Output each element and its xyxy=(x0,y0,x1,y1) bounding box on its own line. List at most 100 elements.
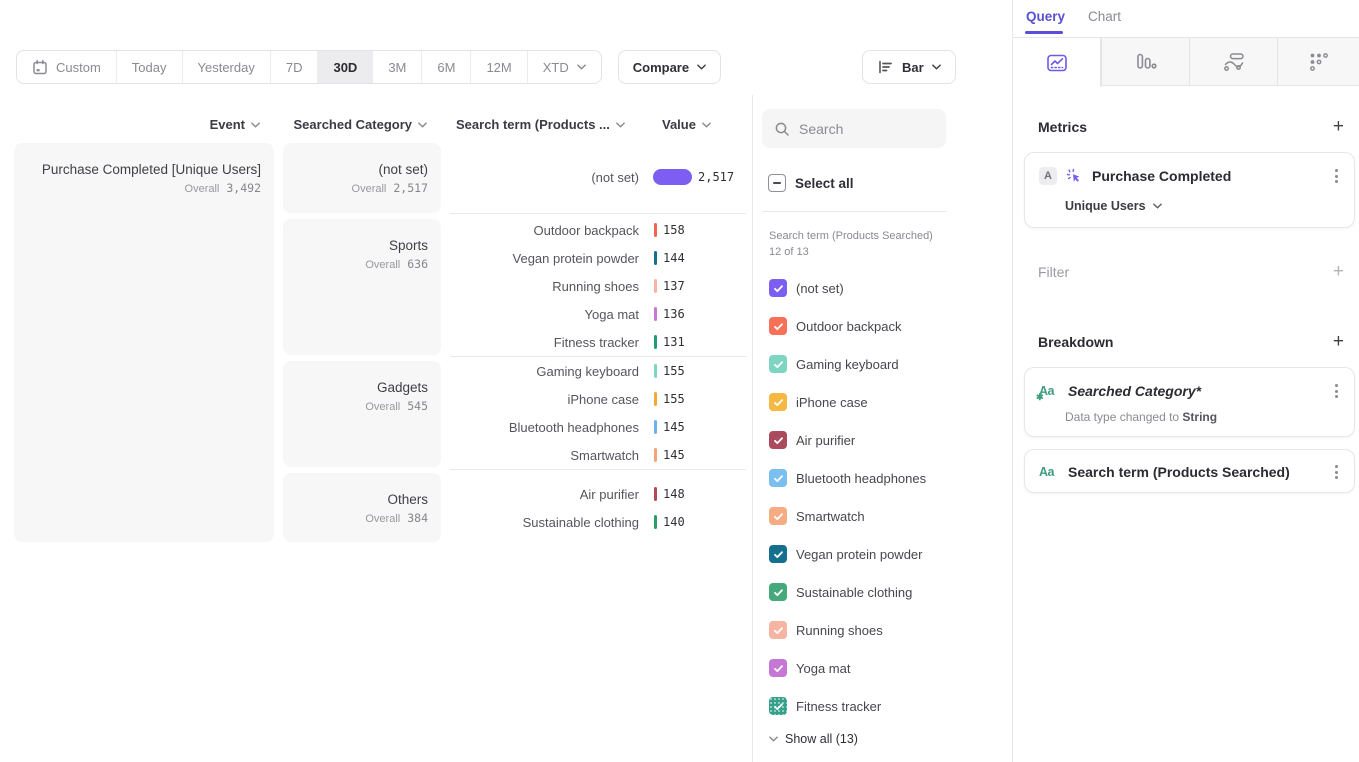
metric-card[interactable]: A Purchase Completed Unique Users xyxy=(1024,152,1355,228)
tab-funnels[interactable] xyxy=(1101,38,1189,86)
checkbox-checked[interactable] xyxy=(769,545,787,563)
checkbox-checked[interactable] xyxy=(769,659,787,677)
show-all-toggle[interactable]: Show all (13) xyxy=(769,732,858,746)
checkbox-checked[interactable] xyxy=(769,621,787,639)
legend-item[interactable]: iPhone case xyxy=(769,383,868,421)
checkbox-checked[interactable] xyxy=(769,507,787,525)
value-bar xyxy=(654,515,657,529)
category-cell[interactable]: (not set) Overall2,517 xyxy=(283,143,441,213)
checkbox-checked[interactable] xyxy=(769,431,787,449)
date-range-3m[interactable]: 3M xyxy=(373,51,422,83)
tab-retention[interactable] xyxy=(1277,38,1359,86)
legend-item[interactable]: Outdoor backpack xyxy=(769,307,902,345)
value-bar xyxy=(654,364,657,378)
term-row[interactable]: Sustainable clothing 140 xyxy=(450,508,746,536)
legend-item[interactable]: Running shoes xyxy=(769,611,883,649)
kebab-menu-icon[interactable] xyxy=(1333,166,1340,187)
chevron-down-icon xyxy=(697,64,706,70)
legend-item[interactable]: Vegan protein powder xyxy=(769,535,922,573)
tab-query[interactable]: Query xyxy=(1026,9,1065,24)
event-sparkle-icon xyxy=(1066,168,1083,185)
add-filter-button[interactable]: + xyxy=(1333,265,1344,279)
category-cell[interactable]: Gadgets Overall545 xyxy=(283,361,441,467)
term-row[interactable]: Yoga mat 136 xyxy=(450,300,746,328)
breakdown-card[interactable]: Aa✱ Searched Category* Data type changed… xyxy=(1024,367,1355,437)
date-range-today[interactable]: Today xyxy=(117,51,183,83)
date-range-7d[interactable]: 7D xyxy=(271,51,319,83)
date-range-12m[interactable]: 12M xyxy=(471,51,527,83)
term-row[interactable]: Running shoes 137 xyxy=(450,272,746,300)
check-icon xyxy=(773,549,784,560)
checkbox-checked[interactable] xyxy=(769,393,787,411)
term-row[interactable]: Vegan protein powder 144 xyxy=(450,244,746,272)
date-range-xtd[interactable]: XTD xyxy=(528,51,601,83)
legend-item[interactable]: Gaming keyboard xyxy=(769,345,899,383)
legend-item[interactable]: Smartwatch xyxy=(769,497,865,535)
check-icon xyxy=(773,701,784,712)
term-row[interactable]: Smartwatch 145 xyxy=(450,441,746,469)
check-icon xyxy=(773,625,784,636)
checkbox-checked[interactable] xyxy=(769,279,787,297)
term-row[interactable]: Fitness tracker 131 xyxy=(450,328,746,356)
string-property-icon: Aa xyxy=(1039,465,1059,479)
date-range-30d-selected[interactable]: 30D xyxy=(318,51,373,83)
checkbox-checked[interactable] xyxy=(769,469,787,487)
legend-item[interactable]: (not set) xyxy=(769,269,844,307)
select-all-row[interactable]: Select all xyxy=(768,174,854,192)
check-icon xyxy=(773,473,784,484)
legend-item[interactable]: Yoga mat xyxy=(769,649,850,687)
term-row[interactable]: Bluetooth headphones 145 xyxy=(450,413,746,441)
add-metric-button[interactable]: + xyxy=(1333,120,1344,134)
value-bar xyxy=(654,307,657,321)
column-header-searched-category[interactable]: Searched Category xyxy=(283,117,427,132)
checkbox-checked[interactable] xyxy=(769,583,787,601)
kebab-menu-icon[interactable] xyxy=(1333,381,1340,402)
term-row[interactable]: Air purifier 148 xyxy=(450,480,746,508)
column-header-event[interactable]: Event xyxy=(14,117,260,132)
compare-button[interactable]: Compare xyxy=(618,50,721,84)
check-icon xyxy=(773,435,784,446)
metric-event-name: Purchase Completed xyxy=(1092,168,1324,184)
checkbox-checked[interactable] xyxy=(769,355,787,373)
measure-selector[interactable]: Unique Users xyxy=(1065,199,1354,228)
legend-item[interactable]: Sustainable clothing xyxy=(769,573,912,611)
query-panel: Query Chart Metrics + A xyxy=(1013,0,1359,762)
search-input[interactable] xyxy=(799,121,929,137)
chevron-down-icon xyxy=(577,64,586,70)
legend-search[interactable] xyxy=(762,109,946,148)
value-bar xyxy=(653,169,692,185)
date-range-custom[interactable]: Custom xyxy=(17,51,117,83)
chart-type-button[interactable]: Bar xyxy=(862,50,956,84)
checkbox-checked[interactable] xyxy=(769,317,787,335)
breakdown-card[interactable]: Aa Search term (Products Searched) xyxy=(1024,449,1355,493)
column-header-value[interactable]: Value xyxy=(662,117,724,132)
legend-item[interactable]: Bluetooth headphones xyxy=(769,459,926,497)
legend-item[interactable]: Air purifier xyxy=(769,421,855,459)
checkbox-checked[interactable] xyxy=(769,697,787,715)
kebab-menu-icon[interactable] xyxy=(1333,462,1340,483)
insights-line-chart-icon xyxy=(1046,53,1068,73)
value-bar xyxy=(654,223,657,237)
tab-insights[interactable] xyxy=(1013,38,1101,87)
column-header-search-term[interactable]: Search term (Products ... xyxy=(456,117,640,132)
term-row[interactable]: (not set) 2,517 xyxy=(450,163,746,191)
tab-chart[interactable]: Chart xyxy=(1088,9,1121,24)
filter-title: Filter xyxy=(1038,264,1069,280)
term-row[interactable]: Gaming keyboard 155 xyxy=(450,357,746,385)
term-row[interactable]: Outdoor backpack 158 xyxy=(450,216,746,244)
date-range-segmented-control: Custom Today Yesterday 7D 30D 3M 6M 12M … xyxy=(16,50,602,84)
filter-section-header: Filter + xyxy=(1038,264,1344,280)
date-range-label: Custom xyxy=(56,60,101,75)
date-range-yesterday[interactable]: Yesterday xyxy=(183,51,271,83)
category-cell[interactable]: Others Overall384 xyxy=(283,473,441,542)
bar-chart-icon xyxy=(877,59,894,75)
select-all-checkbox-indeterminate[interactable] xyxy=(768,174,786,192)
add-breakdown-button[interactable]: + xyxy=(1333,335,1344,349)
tab-flows[interactable] xyxy=(1189,38,1277,86)
check-icon xyxy=(773,663,784,674)
category-cell[interactable]: Sports Overall636 xyxy=(283,219,441,355)
term-row[interactable]: iPhone case 155 xyxy=(450,385,746,413)
event-cell[interactable]: Purchase Completed [Unique Users] Overal… xyxy=(14,143,274,542)
date-range-6m[interactable]: 6M xyxy=(422,51,471,83)
legend-item[interactable]: Fitness tracker xyxy=(769,687,881,725)
